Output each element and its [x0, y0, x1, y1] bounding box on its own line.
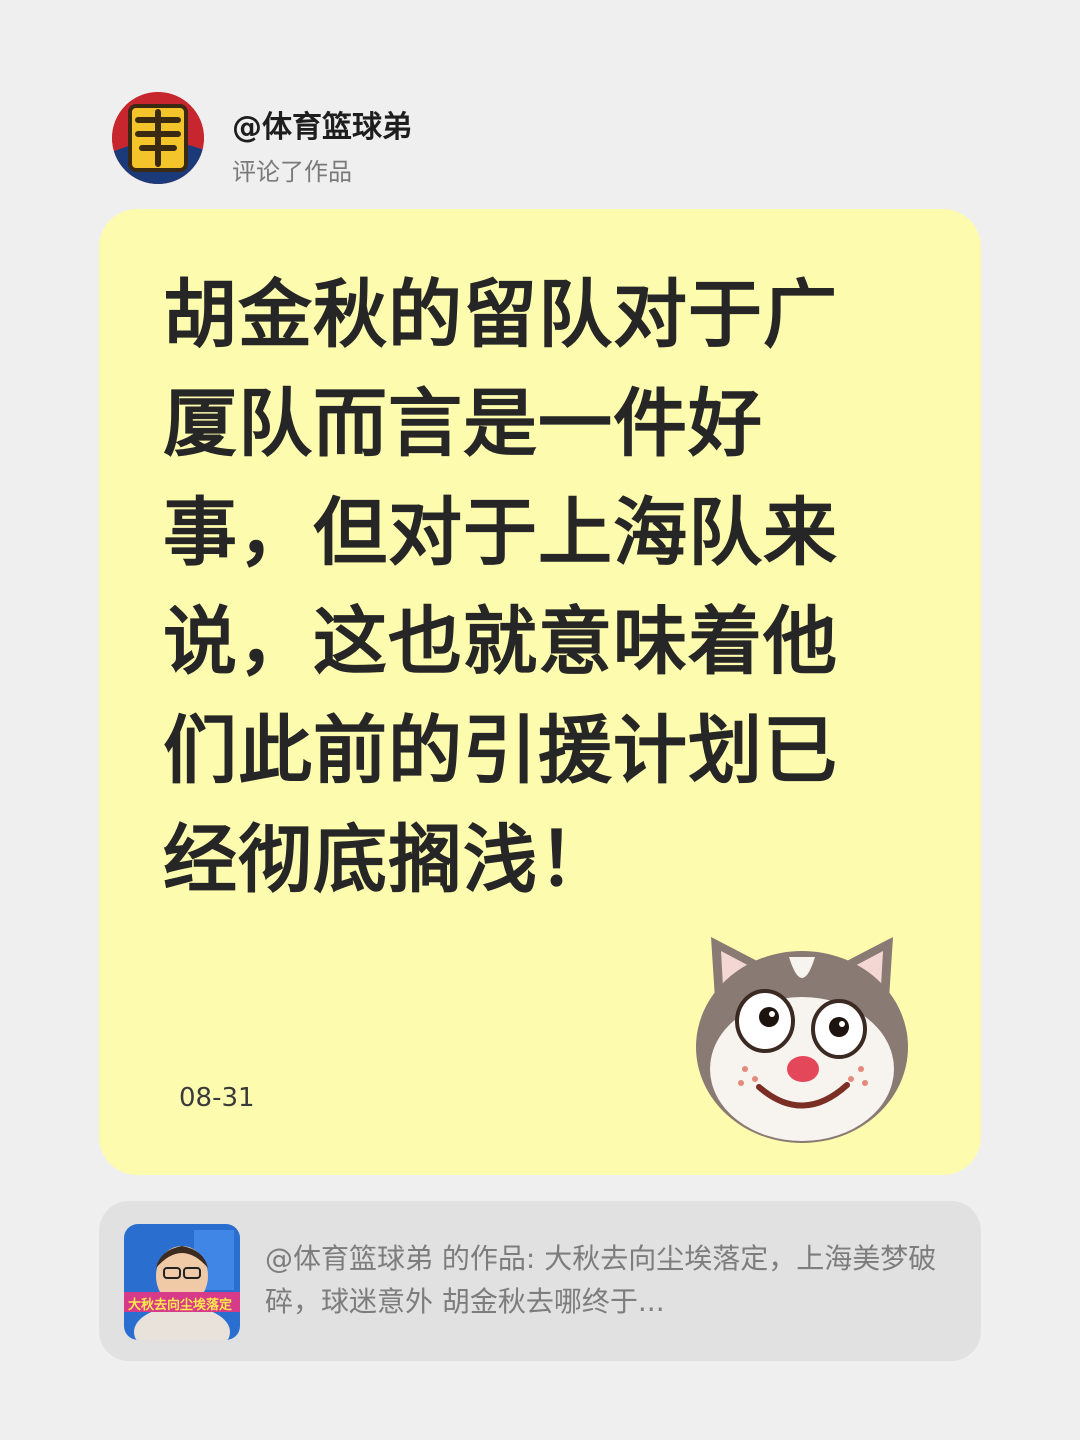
husky-dog-emoji-icon [696, 937, 908, 1143]
work-thumbnail[interactable]: 大秋去向尘埃落定 [124, 1224, 240, 1340]
author-avatar[interactable] [112, 92, 204, 184]
video-thumbnail-icon [124, 1224, 240, 1340]
action-text: 评论了作品 [232, 158, 352, 186]
thumbnail-caption: 大秋去向尘埃落定 [128, 1298, 233, 1313]
basketball-logo-icon [112, 92, 204, 184]
referenced-work-card[interactable]: 大秋去向尘埃落定 @体育篮球弟 的作品: 大秋去向尘埃落定，上海美梦破碎，球迷意… [99, 1201, 981, 1361]
comment-text: 胡金秋的留队对于广厦队而言是一件好事，但对于上海队来说，这也就意味着他们此前的引… [163, 272, 838, 903]
work-description[interactable]: @体育篮球弟 的作品: 大秋去向尘埃落定，上海美梦破碎，球迷意外 胡金秋去哪终于… [265, 1237, 945, 1323]
comment-card: 胡金秋的留队对于广厦队而言是一件好事，但对于上海队来说，这也就意味着他们此前的引… [99, 209, 981, 1175]
comment-date: 08-31 [179, 1083, 255, 1113]
author-name[interactable]: @体育篮球弟 [232, 102, 412, 146]
comment-header: @体育篮球弟 评论了作品 [112, 92, 812, 186]
